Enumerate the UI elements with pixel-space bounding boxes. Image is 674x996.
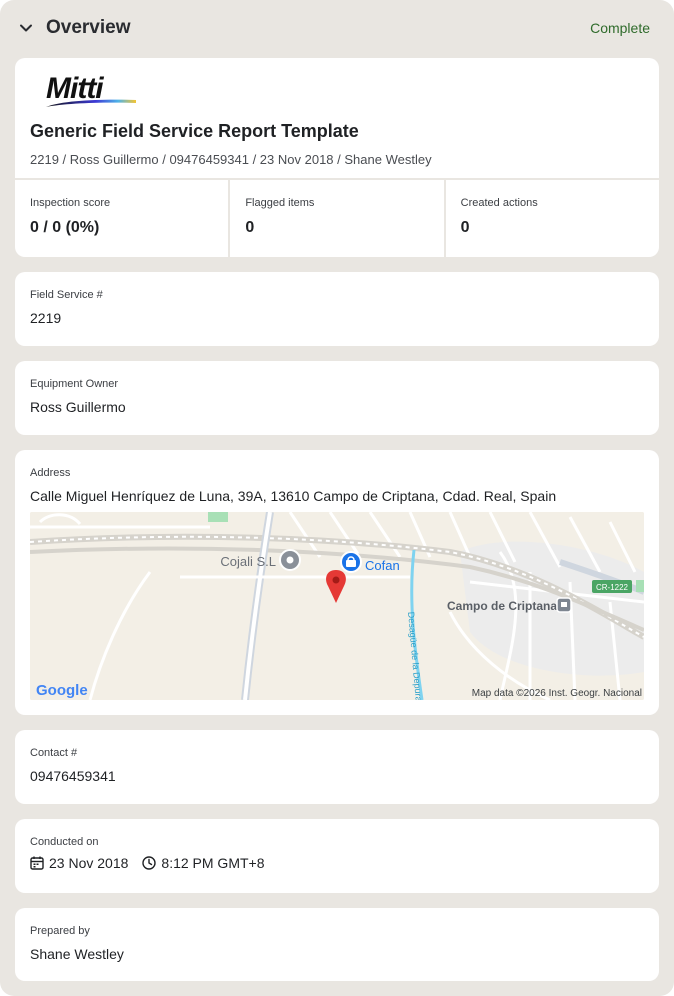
stat-label: Flagged items	[245, 197, 315, 209]
train-station-icon[interactable]	[556, 597, 572, 613]
section-header: Overview Complete	[0, 0, 674, 56]
location-map[interactable]: CR-1222 Cojali S.L Cofan Campo de Cripta…	[30, 512, 644, 700]
poi-label-cofan: Cofan	[365, 558, 400, 573]
stats-row: Inspection score 0 / 0 (0%) Flagged item…	[15, 178, 659, 257]
google-logo: Google	[36, 682, 88, 699]
road-sign-label: CR-1222	[596, 583, 629, 592]
field-label: Field Service #	[30, 289, 103, 301]
equipment-owner-value: Ross Guillermo	[30, 399, 126, 415]
report-subtitle: 2219 / Ross Guillermo / 09476459341 / 23…	[30, 152, 432, 167]
time-value: 8:12 PM GMT+8	[161, 855, 265, 871]
report-title: Generic Field Service Report Template	[30, 121, 359, 141]
map-attribution: Map data ©2026 Inst. Geogr. Nacional	[472, 688, 642, 699]
stat-label: Created actions	[460, 197, 538, 209]
stat-flagged-items[interactable]: Flagged items 0	[228, 180, 443, 257]
field-label: Contact #	[30, 747, 78, 759]
date-display: 23 Nov 2018	[30, 855, 128, 871]
conducted-on-card: Conducted on 23 Nov 2018 8:12 PM GMT+8	[15, 819, 659, 893]
calendar-icon	[30, 856, 44, 870]
chevron-down-icon	[20, 24, 32, 32]
company-logo: Mitti	[46, 72, 136, 107]
clock-icon	[142, 856, 157, 870]
status-label: Complete	[590, 20, 650, 36]
contact-card: Contact # 09476459341	[15, 730, 659, 804]
field-service-value: 2219	[30, 310, 62, 326]
poi-marker-icon[interactable]	[279, 549, 301, 571]
equipment-owner-card: Equipment Owner Ross Guillermo	[15, 361, 659, 435]
overview-toggle[interactable]: Overview	[18, 17, 131, 39]
contact-value[interactable]: 09476459341	[30, 768, 116, 784]
prepared-by-card: Prepared by Shane Westley	[15, 908, 659, 981]
section-title: Overview	[46, 17, 131, 38]
stat-label: Inspection score	[30, 197, 111, 209]
shopping-icon[interactable]	[340, 551, 362, 573]
field-label: Equipment Owner	[30, 378, 119, 390]
overview-panel: Overview Complete Mitti Generic Field Se…	[0, 0, 674, 996]
field-label: Prepared by	[30, 925, 90, 937]
date-value: 23 Nov 2018	[49, 855, 129, 871]
stat-value: 0 / 0 (0%)	[30, 219, 100, 236]
field-label: Address	[30, 467, 71, 479]
field-label: Conducted on	[30, 836, 99, 848]
stat-value: 0	[245, 219, 255, 236]
prepared-by-value: Shane Westley	[30, 946, 124, 962]
poi-label-cojali: Cojali S.L	[220, 554, 276, 569]
town-label: Campo de Criptana	[447, 599, 557, 613]
time-display: 8:12 PM GMT+8	[142, 855, 265, 871]
address-value: Calle Miguel Henríquez de Luna, 39A, 136…	[30, 488, 557, 504]
stat-created-actions[interactable]: Created actions 0	[443, 180, 659, 257]
stat-inspection-score: Inspection score 0 / 0 (0%)	[15, 180, 228, 257]
report-summary-card: Mitti Generic Field Service Report Templ…	[15, 58, 659, 257]
stat-value: 0	[460, 219, 470, 236]
field-service-card: Field Service # 2219	[15, 272, 659, 346]
datetime-row: 23 Nov 2018 8:12 PM GMT+8	[30, 855, 265, 871]
address-card: Address Calle Miguel Henríquez de Luna, …	[15, 450, 659, 715]
